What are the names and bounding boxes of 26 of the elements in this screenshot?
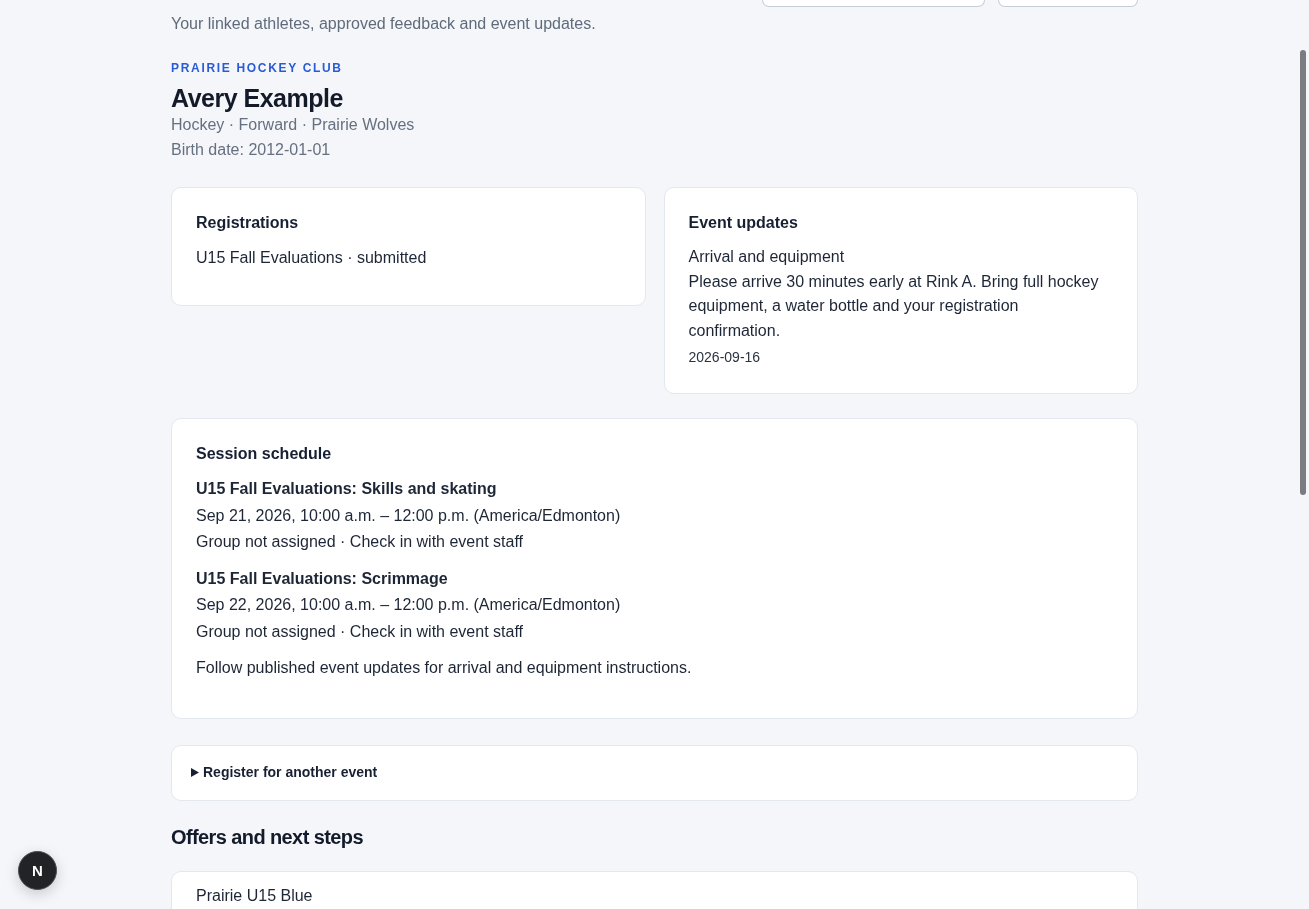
registration-item: U15 Fall Evaluations · submitted [196,248,428,268]
card-title: Event updates [688,213,799,233]
session-title: U15 Fall Evaluations: Scrimmage [196,568,449,589]
offer-title: Prairie U15 Blue [196,886,314,905]
session-group: Group not assigned · Check in with event staff [196,618,1113,645]
scrollbar-thumb[interactable] [1300,50,1306,495]
header-button[interactable] [998,0,1138,7]
session-group: Group not assigned · Check in with event staff [196,529,1113,556]
birth-date: Birth date: 2012-01-01 [171,140,332,160]
card-title: Session schedule [196,444,333,464]
card-title: Registrations [196,213,300,233]
update-body: Please arrive 30 minutes early at Rink A. Bring full hockey equipment, a water bottle and your registration confirmation. [688,271,1100,341]
update-date: 2026-09-16 [688,348,762,366]
register-another-event-toggle[interactable]: Register for another event [171,744,1138,801]
header-button[interactable] [762,0,985,7]
page-subtitle: Your linked athletes, approved feedback and event updates. [171,14,596,34]
athlete-details: Hockey · Forward · Prairie Wolves [171,115,416,135]
dev-tools-button[interactable]: N [18,851,57,890]
update-title: Arrival and equipment [688,247,846,267]
schedule-note: Follow published event updates for arrival and equipment instructions. [196,658,693,678]
session-time: Sep 21, 2026, 10:00 a.m. – 12:00 p.m. (America/Edmonton) [196,505,622,526]
session-time: Sep 22, 2026, 10:00 a.m. – 12:00 p.m. (America/Edmonton) [196,595,622,615]
athlete-name: Avery Example [171,83,344,113]
club-label: PRAIRIE HOCKEY CLUB [171,61,344,75]
section-title: Offers and next steps [171,824,364,850]
session-title: U15 Fall Evaluations: Skills and skating [196,479,498,499]
